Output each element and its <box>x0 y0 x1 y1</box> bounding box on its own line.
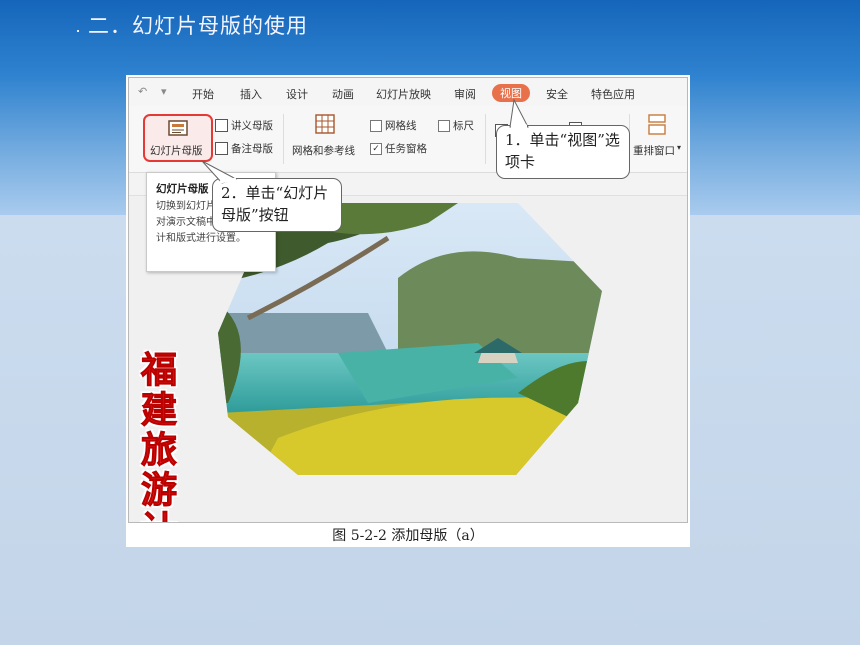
handout-master-button[interactable]: 讲义母版 <box>231 118 273 133</box>
gridlines-checkbox[interactable] <box>370 120 382 132</box>
notes-master-button[interactable]: 备注母版 <box>231 141 273 156</box>
ribbon-divider <box>283 114 284 164</box>
callout-pointer-1 <box>509 98 529 128</box>
grid-guides-button[interactable]: 网格和参考线 <box>292 143 355 158</box>
gridlines-label: 网格线 <box>385 120 417 132</box>
tab-slideshow[interactable]: 幻灯片放映 <box>376 86 431 102</box>
tab-security[interactable]: 安全 <box>546 86 568 102</box>
tab-design[interactable]: 设计 <box>286 86 308 102</box>
customize-dropdown-icon[interactable]: ▾ <box>161 85 167 98</box>
handout-master-icon <box>215 119 228 132</box>
tab-home[interactable]: 开始 <box>192 86 214 102</box>
tab-insert[interactable]: 插入 <box>240 86 262 102</box>
ribbon-divider <box>485 114 486 164</box>
grid-icon[interactable] <box>315 114 335 134</box>
undo-icon[interactable]: ↶ <box>138 85 147 98</box>
slide-vertical-title: 福建旅游计划书 <box>140 350 177 522</box>
rearrange-window-icon[interactable] <box>647 114 667 136</box>
slide-title: 二．幻灯片母版的使用 <box>88 14 308 38</box>
bullet-dot <box>77 30 79 32</box>
callout-pointer-2 <box>201 160 238 184</box>
rearrange-window-button[interactable]: 重排窗口 <box>633 143 675 158</box>
tab-animation[interactable]: 动画 <box>332 86 354 102</box>
screenshot-figure: ↶ ▾ 开始 插入 设计 动画 幻灯片放映 审阅 视图 安全 特色应用 幻灯片母… <box>126 75 690 547</box>
ruler-label: 标尺 <box>453 120 474 132</box>
callout-step-1: 1．单击“视图”选项卡 <box>496 125 630 179</box>
task-pane-checkbox[interactable]: ✓ <box>370 143 382 155</box>
ribbon-tab-bar: ↶ ▾ 开始 插入 设计 动画 幻灯片放映 审阅 视图 安全 特色应用 <box>129 78 687 106</box>
tab-special-apps[interactable]: 特色应用 <box>591 86 635 102</box>
tab-review[interactable]: 审阅 <box>454 86 476 102</box>
slide-master-icon <box>168 120 188 136</box>
notes-master-icon <box>215 142 228 155</box>
slide-master-label: 幻灯片母版 <box>150 145 203 157</box>
slide-master-button[interactable]: 幻灯片母版 <box>143 114 213 162</box>
figure-caption: 图 5-2-2 添加母版（a） <box>332 528 484 544</box>
chevron-down-icon[interactable]: ▾ <box>677 143 681 152</box>
ruler-checkbox[interactable] <box>438 120 450 132</box>
task-pane-label: 任务窗格 <box>385 143 427 155</box>
